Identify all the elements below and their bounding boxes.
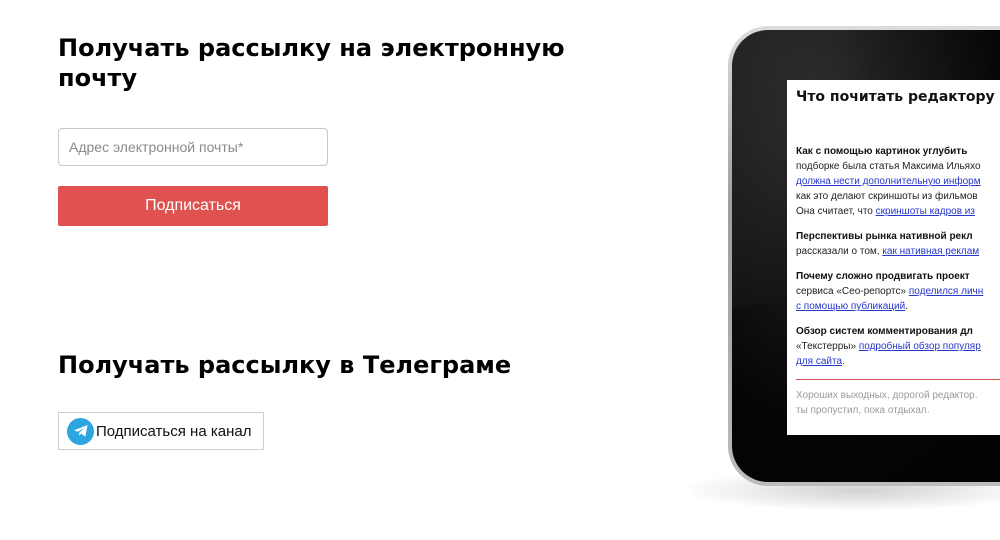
preview-footer-line: ты пропустил, пока отдыхал. <box>796 405 930 416</box>
preview-link[interactable]: скриншоты кадров из <box>876 206 975 217</box>
preview-paragraph: Обзор систем комментирования дл «Текстерр… <box>796 324 1000 369</box>
preview-text: подборке была статья Максима Ильяхо <box>796 161 981 172</box>
preview-divider <box>796 379 1000 380</box>
preview-text: «Текстерры» <box>796 341 859 352</box>
preview-line: как это делают скриншоты из фильмов <box>796 189 1000 204</box>
telegram-subscribe-button[interactable]: Подписаться на канал <box>58 412 264 450</box>
preview-paragraph: Почему сложно продвигать проект сервиса «… <box>796 269 1000 314</box>
preview-line: сервиса «Сео-репортс» поделился личн <box>796 284 1000 299</box>
preview-text: как это делают скриншоты из фильмов <box>796 191 978 202</box>
preview-link[interactable]: подробный обзор популяр <box>859 341 981 352</box>
newsletter-preview-screen: Что почитать редактору Как с помощью кар… <box>787 80 1000 435</box>
preview-line: с помощью публикаций. <box>796 299 1000 314</box>
newsletter-signup-page: Получать рассылку на электронную почту П… <box>0 0 1000 540</box>
preview-link[interactable]: с помощью публикаций <box>796 301 905 312</box>
preview-line: «Текстерры» подробный обзор популяр <box>796 339 1000 354</box>
preview-text: . <box>905 301 908 312</box>
preview-line: Обзор систем комментирования дл <box>796 324 1000 339</box>
tablet-bezel: Что почитать редактору Как с помощью кар… <box>732 30 1000 482</box>
preview-link[interactable]: должна нести дополнительную информ <box>796 176 981 187</box>
telegram-newsletter-title: Получать рассылку в Телеграме <box>58 351 512 379</box>
preview-heading: Почему сложно продвигать проект <box>796 271 970 282</box>
telegram-icon <box>67 417 94 445</box>
preview-paragraphs: Как с помощью картинок углубить подборке … <box>796 144 1000 369</box>
preview-line: Почему сложно продвигать проект <box>796 269 1000 284</box>
preview-text: сервиса «Сео-репортс» <box>796 286 909 297</box>
email-newsletter-title: Получать рассылку на электронную почту <box>58 34 565 92</box>
preview-heading: Перспективы рынка нативной рекл <box>796 231 973 242</box>
preview-footer: Хороших выходных, дорогой редактор. ты пр… <box>796 388 1000 418</box>
preview-line: Она считает, что скриншоты кадров из <box>796 204 1000 219</box>
preview-text: Она считает, что <box>796 206 876 217</box>
preview-line: Перспективы рынка нативной рекл <box>796 229 1000 244</box>
preview-footer-line: Хороших выходных, дорогой редактор. <box>796 390 978 401</box>
subscribe-button[interactable]: Подписаться <box>58 186 328 226</box>
preview-paragraph: Как с помощью картинок углубить подборке … <box>796 144 1000 219</box>
preview-link[interactable]: для сайта <box>796 356 842 367</box>
preview-line: должна нести дополнительную информ <box>796 174 1000 189</box>
email-field[interactable] <box>58 128 328 166</box>
preview-text: рассказали о том, <box>796 246 883 257</box>
tablet-illustration: Что почитать редактору Как с помощью кар… <box>728 26 1000 486</box>
preview-title: Что почитать редактору <box>796 89 995 105</box>
preview-line: Как с помощью картинок углубить <box>796 144 1000 159</box>
preview-line: рассказали о том, как нативная реклам <box>796 244 1000 259</box>
preview-text: . <box>842 356 845 367</box>
telegram-button-label: Подписаться на канал <box>96 422 252 440</box>
preview-link[interactable]: как нативная реклам <box>882 246 979 257</box>
preview-line: для сайта. <box>796 354 1000 369</box>
preview-heading: Обзор систем комментирования дл <box>796 326 973 337</box>
preview-paragraph: Перспективы рынка нативной рекл рассказал… <box>796 229 1000 259</box>
preview-heading: Как с помощью картинок углубить <box>796 146 968 157</box>
preview-line: подборке была статья Максима Ильяхо <box>796 159 1000 174</box>
preview-link[interactable]: поделился личн <box>909 286 983 297</box>
